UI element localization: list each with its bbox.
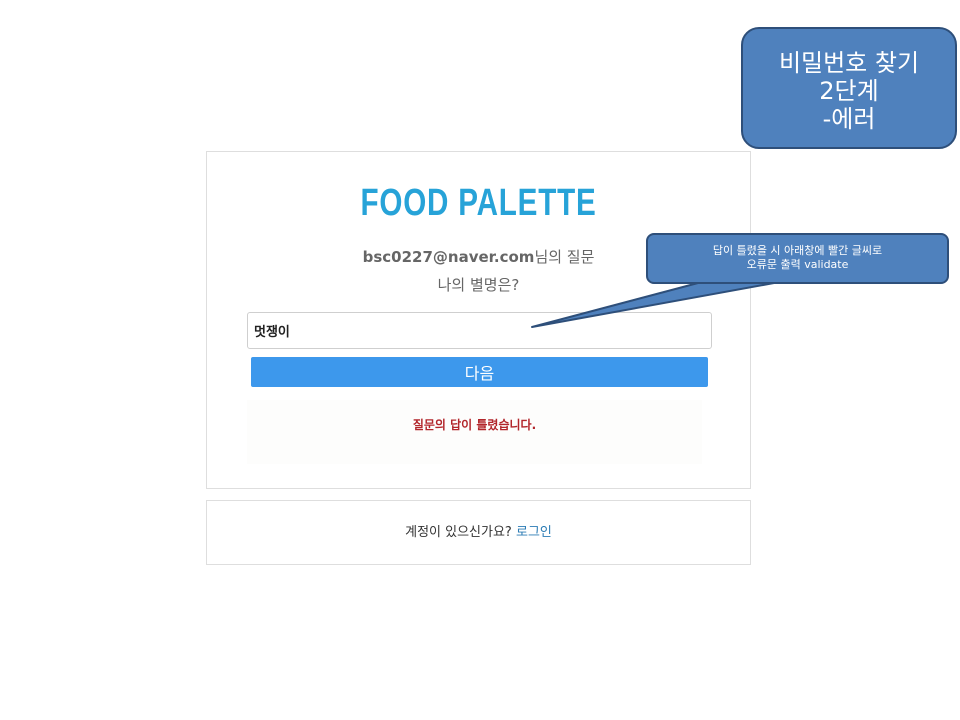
next-button[interactable]: 다음 — [251, 357, 708, 387]
annotation-title-line: 비밀번호 찾기 — [778, 49, 920, 77]
answer-input[interactable] — [247, 312, 712, 349]
annotation-title-line: 2단계 — [819, 77, 879, 105]
annotation-callout-box: 답이 틀렸을 시 아래창에 빨간 글씨로 오류문 출력 validate — [646, 233, 949, 284]
error-area: 질문의 답이 틀렸습니다. — [247, 400, 702, 464]
login-prompt-card: 계정이 있으신가요? 로그인 — [206, 500, 751, 565]
question-suffix: 님의 질문 — [534, 248, 595, 266]
annotation-callout-line: 답이 틀렸을 시 아래창에 빨간 글씨로 — [712, 244, 883, 257]
login-prompt-text: 계정이 있으신가요? — [405, 525, 516, 540]
question-email: bsc0227@naver.com — [362, 248, 535, 266]
brand-logo: FOOD PALETTE — [360, 182, 597, 224]
login-link[interactable]: 로그인 — [516, 525, 552, 540]
annotation-title-box: 비밀번호 찾기 2단계 -에러 — [741, 27, 957, 149]
annotation-callout-line: 오류문 출력 validate — [746, 258, 849, 271]
find-password-card: FOOD PALETTE bsc0227@naver.com님의 질문 나의 별… — [206, 151, 751, 489]
error-message: 질문의 답이 틀렸습니다. — [412, 418, 537, 432]
annotation-title-line: -에러 — [822, 105, 876, 133]
